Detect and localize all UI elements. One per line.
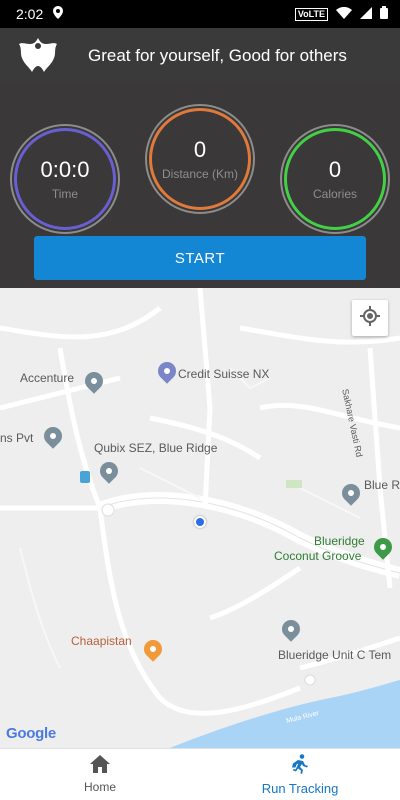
nav-run-tracking[interactable]: Run Tracking (200, 749, 400, 800)
nav-home-label: Home (83, 780, 116, 794)
poi-blueridge-label: Blueridge (314, 534, 365, 548)
bottom-navigation: Home Run Tracking (0, 748, 400, 800)
poi-blueridge-unit-label: Blueridge Unit C Tem (278, 648, 392, 662)
time-stat: 0:0:0 Time (10, 124, 120, 234)
poi-ins-pvt-label: ns Pvt (0, 431, 34, 445)
poi-accenture-label: Accenture (20, 371, 75, 385)
poi-coconut-groove-label: Coconut Groove (274, 549, 362, 563)
start-button[interactable]: START (34, 236, 366, 280)
current-location-dot (194, 516, 206, 528)
poi-blue-r-label: Blue R (364, 478, 400, 492)
running-person-icon (291, 753, 309, 779)
eagle-logo-icon (16, 34, 60, 78)
distance-label: Distance (Km) (161, 167, 238, 181)
signal-icon (360, 6, 372, 22)
status-time: 2:02 (16, 6, 44, 22)
map-view[interactable]: Accenture Credit Suisse NX ns Pvt Qubix … (0, 288, 400, 748)
stats-panel: 0:0:0 Time 0 Distance (Km) 0 Calories ST… (0, 84, 400, 288)
status-bar: 2:02 VoLTE (0, 0, 400, 28)
distance-value: 0 (193, 137, 207, 162)
nav-run-tracking-label: Run Tracking (261, 780, 339, 796)
app-title: Great for yourself, Good for others (88, 46, 347, 65)
distance-stat: 0 Distance (Km) (145, 104, 255, 214)
my-location-button[interactable] (352, 300, 388, 336)
time-value: 0:0:0 (40, 157, 90, 182)
bus-stop-icon (80, 471, 90, 483)
poi-qubix-label: Qubix SEZ, Blue Ridge (94, 441, 218, 455)
app-bar: Great for yourself, Good for others (0, 28, 400, 84)
time-label: Time (51, 187, 79, 201)
calories-value: 0 (328, 157, 342, 182)
poi-chaapistan-label: Chaapistan (71, 634, 132, 648)
calories-stat: 0 Calories (280, 124, 390, 234)
volte-badge: VoLTE (294, 7, 328, 21)
poi-credit-suisse-label: Credit Suisse NX (178, 367, 270, 381)
nav-home[interactable]: Home (0, 749, 200, 800)
battery-icon (380, 6, 388, 22)
calories-label: Calories (312, 187, 357, 201)
home-icon (90, 755, 110, 778)
google-attribution: Google (6, 725, 56, 742)
location-icon (53, 6, 64, 22)
wifi-icon (336, 6, 352, 22)
crosshair-icon (360, 305, 380, 331)
